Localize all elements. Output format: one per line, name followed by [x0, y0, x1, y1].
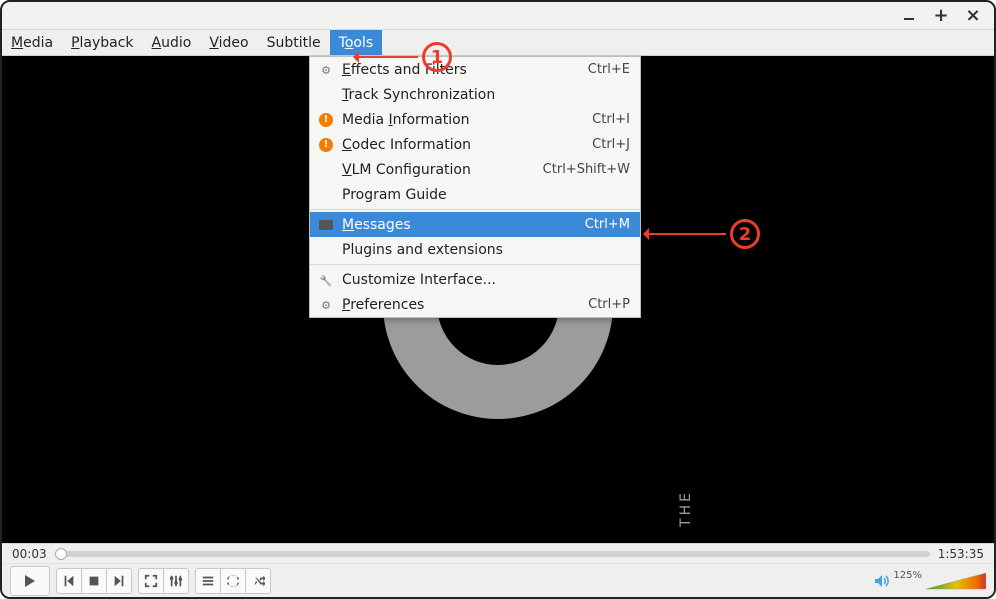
shuffle-icon	[251, 574, 265, 588]
menuitem-plugins-and-extensions[interactable]: Plugins and extensions	[310, 237, 640, 262]
seek-slider[interactable]	[55, 551, 930, 557]
play-icon	[22, 573, 38, 589]
video-overlay-text: THE	[678, 490, 694, 527]
speaker-icon[interactable]	[873, 573, 889, 589]
menu-tools[interactable]: Tools	[330, 30, 383, 55]
time-elapsed[interactable]: 00:03	[12, 547, 47, 561]
terminal-icon-cell	[318, 217, 334, 233]
gear-icon	[321, 297, 331, 313]
stop-icon	[87, 574, 101, 588]
info-icon-cell: !	[318, 137, 334, 153]
menuitem-codec-information[interactable]: ! Codec Information Ctrl+J	[310, 132, 640, 157]
volume-triangle-icon	[926, 571, 986, 591]
view-group	[138, 568, 189, 594]
blank-icon-cell	[318, 87, 334, 103]
menuitem-shortcut: Ctrl+E	[588, 62, 630, 77]
menuitem-label: VLM Configuration	[342, 162, 535, 178]
prev-button[interactable]	[56, 568, 82, 594]
menuitem-label: Effects and Filters	[342, 62, 580, 78]
menuitem-label: Track Synchronization	[342, 87, 622, 103]
gear-icon-cell	[318, 297, 334, 313]
tools-dropdown: Effects and Filters Ctrl+E Track Synchroni…	[309, 56, 641, 318]
menuitem-label: Codec Information	[342, 137, 584, 153]
next-button[interactable]	[106, 568, 132, 594]
volume-slider[interactable]	[926, 571, 986, 591]
menuitem-label: Messages	[342, 217, 577, 233]
play-button[interactable]	[10, 566, 50, 596]
wrench-icon	[320, 272, 332, 288]
menubar: Media Playback Audio Video Subtitle Tool…	[2, 30, 994, 56]
skip-forward-icon	[112, 574, 126, 588]
loop-icon	[226, 574, 240, 588]
shuffle-button[interactable]	[245, 568, 271, 594]
window-close-button[interactable]	[966, 9, 980, 23]
window-maximize-button[interactable]	[934, 9, 948, 23]
menu-separator	[310, 264, 640, 265]
menuitem-label: Program Guide	[342, 187, 622, 203]
playlist-group	[195, 568, 271, 594]
blank-icon-cell	[318, 162, 334, 178]
menuitem-shortcut: Ctrl+M	[585, 217, 630, 232]
playlist-button[interactable]	[195, 568, 221, 594]
menu-video[interactable]: Video	[200, 30, 257, 55]
sliders-icon	[169, 574, 183, 588]
info-icon: !	[319, 138, 333, 152]
info-icon-cell: !	[318, 112, 334, 128]
time-total[interactable]: 1:53:35	[938, 547, 984, 561]
fullscreen-icon	[144, 574, 158, 588]
stop-button[interactable]	[81, 568, 107, 594]
menuitem-preferences[interactable]: Preferences Ctrl+P	[310, 292, 640, 317]
menuitem-label: Media Information	[342, 112, 584, 128]
menu-subtitle[interactable]: Subtitle	[258, 30, 330, 55]
menuitem-label: Preferences	[342, 297, 580, 313]
menu-separator	[310, 209, 640, 210]
menuitem-shortcut: Ctrl+Shift+W	[543, 162, 630, 177]
ext-settings-button[interactable]	[163, 568, 189, 594]
controls-toolbar: 125%	[2, 563, 994, 597]
blank-icon-cell	[318, 242, 334, 258]
app-window: Media Playback Audio Video Subtitle Tool…	[0, 0, 996, 599]
sliders-icon	[321, 62, 331, 78]
skip-back-icon	[62, 574, 76, 588]
window-minimize-button[interactable]	[902, 9, 916, 23]
loop-button[interactable]	[220, 568, 246, 594]
blank-icon-cell	[318, 187, 334, 203]
menuitem-vlm-configuration[interactable]: VLM Configuration Ctrl+Shift+W	[310, 157, 640, 182]
menuitem-effects-and-filters[interactable]: Effects and Filters Ctrl+E	[310, 57, 640, 82]
menuitem-customize-interface[interactable]: Customize Interface...	[310, 267, 640, 292]
terminal-icon	[319, 220, 333, 230]
menuitem-shortcut: Ctrl+I	[592, 112, 630, 127]
menu-audio[interactable]: Audio	[143, 30, 201, 55]
menuitem-media-information[interactable]: ! Media Information Ctrl+I	[310, 107, 640, 132]
fullscreen-button[interactable]	[138, 568, 164, 594]
menuitem-label: Plugins and extensions	[342, 242, 622, 258]
menuitem-label: Customize Interface...	[342, 272, 622, 288]
menuitem-track-synchronization[interactable]: Track Synchronization	[310, 82, 640, 107]
info-icon: !	[319, 113, 333, 127]
sliders-icon-cell	[318, 62, 334, 78]
seek-knob[interactable]	[55, 548, 67, 560]
seek-bar-row: 00:03 1:53:35	[2, 543, 994, 563]
playlist-icon	[201, 574, 215, 588]
menu-playback[interactable]: Playback	[62, 30, 142, 55]
menu-media[interactable]: Media	[2, 30, 62, 55]
playback-group	[56, 568, 132, 594]
menuitem-messages[interactable]: Messages Ctrl+M	[310, 212, 640, 237]
window-titlebar	[2, 2, 994, 30]
menuitem-shortcut: Ctrl+P	[588, 297, 630, 312]
volume-percent: 125%	[893, 570, 922, 581]
wrench-icon-cell	[318, 272, 334, 288]
volume-control: 125%	[873, 570, 986, 591]
menuitem-shortcut: Ctrl+J	[592, 137, 630, 152]
menuitem-program-guide[interactable]: Program Guide	[310, 182, 640, 207]
